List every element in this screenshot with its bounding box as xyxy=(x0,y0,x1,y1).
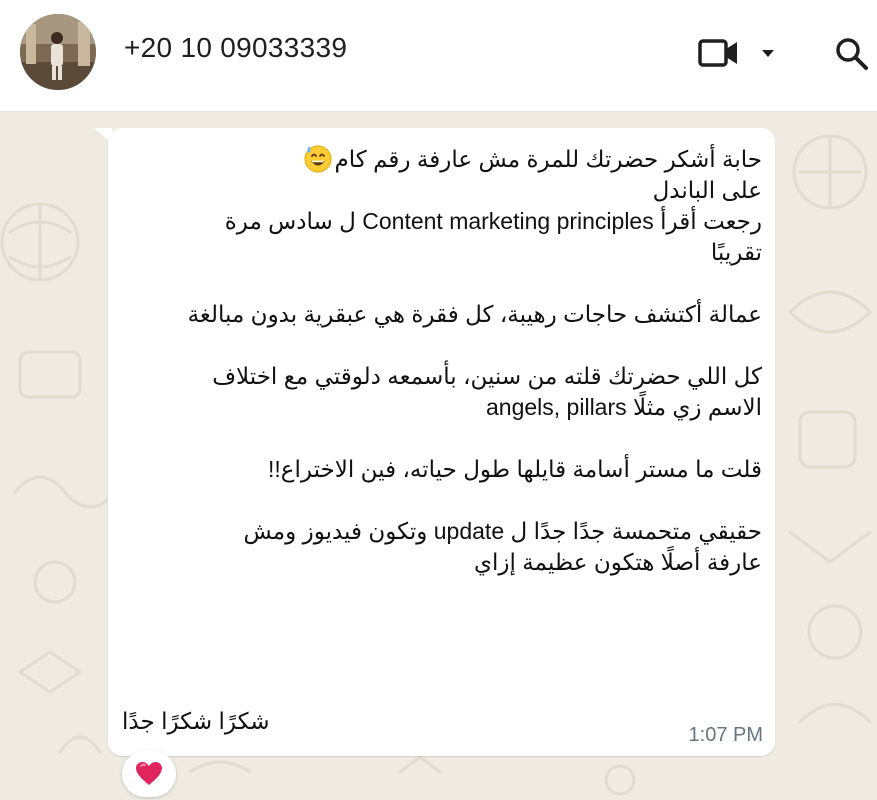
red-heart-icon xyxy=(136,762,162,785)
contact-number[interactable]: +20 10 09033339 xyxy=(124,32,347,64)
message-line: رجعت أقرأ Content marketing principles ل… xyxy=(224,208,762,234)
contact-avatar[interactable] xyxy=(20,14,96,90)
search-icon xyxy=(836,38,868,70)
message-line: عمالة أكتشف حاجات رهيبة، كل فقرة هي عبقر… xyxy=(187,301,762,327)
message-timestamp: 1:07 PM xyxy=(688,724,763,746)
message-line: تقريبًا xyxy=(710,239,762,265)
message-line: عارفة أصلًا هتكون عظيمة إزاي xyxy=(474,549,762,575)
message-line: حقيقي متحمسة جدًا جدًا ل update وتكون في… xyxy=(243,518,762,544)
message-reaction[interactable] xyxy=(122,751,176,797)
message-line: قلت ما مستر أسامة قايلها طول حياته، فين … xyxy=(268,456,762,482)
caret-down-icon xyxy=(762,50,774,57)
grinning-face-with-sweat-emoji xyxy=(304,145,332,173)
message-line: حابة أشكر حضرتك للمرة مش عارفة رقم كام xyxy=(140,143,762,175)
chat-header: +20 10 09033339 xyxy=(0,0,877,112)
avatar-photo xyxy=(20,14,96,90)
video-camera-icon xyxy=(698,39,737,67)
message-text: حابة أشكر حضرتك للمرة مش عارفة رقم كام ع… xyxy=(140,143,762,578)
message-line: الاسم زي مثلًا angels, pillars xyxy=(486,394,762,420)
message-line: على الباندل xyxy=(652,177,762,203)
message-line: كل اللي حضرتك قلته من سنين، بأسمعه دلوقت… xyxy=(212,363,762,389)
search-button[interactable] xyxy=(834,36,870,72)
video-call-button[interactable] xyxy=(698,36,740,70)
message-closing-line: شكرًا شكرًا جدًا xyxy=(122,708,270,734)
call-options-dropdown[interactable] xyxy=(760,46,776,58)
